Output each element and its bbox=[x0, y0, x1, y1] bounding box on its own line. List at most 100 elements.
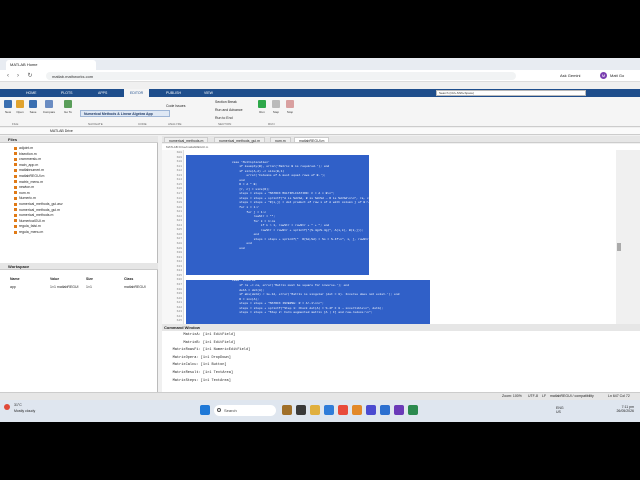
avatar[interactable]: M bbox=[600, 72, 607, 79]
browser-tabstrip bbox=[0, 58, 640, 70]
clock[interactable]: 7:11 pm 26/05/2026 bbox=[590, 405, 634, 413]
chrome-icon[interactable] bbox=[338, 405, 348, 415]
code-line: end bbox=[232, 233, 260, 237]
matlab-icon[interactable] bbox=[352, 405, 362, 415]
editor-tab[interactable]: numerical_methods_gui.m bbox=[214, 137, 266, 143]
run-and-advance-button[interactable]: Run and Advance bbox=[215, 108, 243, 112]
step-button[interactable]: Step bbox=[270, 100, 282, 114]
taskview-icon[interactable] bbox=[296, 405, 306, 415]
line-number: 621 bbox=[176, 210, 182, 214]
line-number: 642 bbox=[176, 305, 182, 309]
current-folder-bar[interactable]: MATLAB Drive bbox=[0, 128, 640, 135]
tab-plots[interactable]: PLOTS bbox=[55, 89, 78, 97]
search-documentation-input[interactable]: Search (Ctrl+Shift+Space) bbox=[436, 90, 586, 96]
line-number: 617 bbox=[176, 191, 182, 195]
file-list-item[interactable]: numerical_methods_gui.m bbox=[14, 208, 60, 213]
file-list-item[interactable]: bisection.m bbox=[14, 152, 37, 157]
forward-icon[interactable]: › bbox=[14, 72, 22, 80]
ws-var-name[interactable]: app bbox=[10, 285, 16, 289]
command-output-line: MatrixSteps: [1×1 TextArea] bbox=[164, 378, 231, 383]
code-line: for j = 1:c bbox=[232, 210, 267, 214]
file-name: numerical_methods_gui.m bbox=[19, 207, 61, 212]
file-list-item[interactable]: matlabREGUI.m bbox=[14, 174, 44, 179]
line-number: 619 bbox=[176, 201, 182, 205]
store-icon[interactable] bbox=[366, 405, 376, 415]
tab-publish[interactable]: PUBLISH bbox=[160, 89, 187, 97]
editor-scrollbar-thumb[interactable] bbox=[617, 243, 621, 251]
compare-button[interactable]: Compare bbox=[41, 100, 57, 114]
app-icon[interactable] bbox=[394, 405, 404, 415]
file-explorer-icon[interactable] bbox=[310, 405, 320, 415]
ws-header-value[interactable]: Value bbox=[50, 277, 59, 281]
m-file-icon bbox=[14, 191, 17, 195]
app-icon[interactable] bbox=[408, 405, 418, 415]
profile-label[interactable]: Matt Go bbox=[610, 73, 624, 78]
command-output-line: MatrixB: [1×1 EditField] bbox=[164, 340, 236, 345]
run-button[interactable]: Run bbox=[256, 100, 268, 114]
line-number: 611 bbox=[176, 164, 182, 168]
m-file-icon bbox=[14, 146, 17, 150]
language-indicator[interactable]: ENG US bbox=[556, 406, 564, 414]
line-number: 620 bbox=[176, 205, 182, 209]
weather-temp[interactable]: 31°C bbox=[14, 403, 22, 407]
taskbar-search[interactable]: Search bbox=[214, 405, 276, 416]
section-break-button[interactable]: Section Break bbox=[215, 100, 237, 104]
editor-scrollbar[interactable] bbox=[616, 150, 622, 324]
code-line: end bbox=[232, 178, 245, 182]
selection-highlight bbox=[186, 155, 369, 275]
file-list-item[interactable]: matlabnumeri.m bbox=[14, 168, 44, 173]
file-list-item[interactable]: num.m bbox=[14, 191, 30, 196]
code-line: for k = 1:ca bbox=[232, 219, 276, 223]
command-window-title: Command Window bbox=[162, 324, 640, 331]
file-list-item[interactable]: regula_falsi.m bbox=[14, 224, 41, 229]
reload-icon[interactable]: ↻ bbox=[26, 72, 34, 80]
code-line: steps = steps + "MATRIX MULTIPLICATION: … bbox=[232, 192, 335, 196]
m-file-icon bbox=[14, 219, 17, 223]
tab-view[interactable]: VIEW bbox=[198, 89, 219, 97]
search-icon bbox=[217, 408, 221, 412]
tab-apps[interactable]: APPS bbox=[92, 89, 113, 97]
goto-button[interactable]: Go To bbox=[62, 100, 74, 114]
editor-tab-active[interactable]: matlabREGUI.m bbox=[294, 137, 330, 143]
file-list-item[interactable]: numerical_methods.m bbox=[14, 213, 53, 218]
back-icon[interactable]: ‹ bbox=[4, 72, 12, 80]
file-list-item[interactable]: NumericalGUI.m bbox=[14, 219, 45, 224]
file-list-item[interactable]: crammerslu.m bbox=[14, 157, 41, 162]
file-list-item[interactable]: Numeric.m bbox=[14, 196, 36, 201]
file-list-item[interactable]: numerical_methods_gui.asv bbox=[14, 202, 63, 207]
stop-button[interactable]: Stop bbox=[284, 100, 296, 114]
tab-editor[interactable]: EDITOR bbox=[124, 89, 150, 97]
app-icon[interactable] bbox=[282, 405, 292, 415]
line-number: 626 bbox=[176, 232, 182, 236]
file-list-item[interactable]: matrix_menu.m bbox=[14, 180, 43, 185]
edge-icon[interactable] bbox=[324, 405, 334, 415]
file-list-item[interactable]: adjoint.m bbox=[14, 146, 33, 151]
run-to-end-button[interactable]: Run to End bbox=[215, 116, 233, 120]
open-button[interactable]: Open bbox=[14, 100, 26, 114]
ask-gemini-button[interactable]: Ask Gemini bbox=[560, 73, 580, 78]
browser-tab-matlab[interactable]: MATLAB Home bbox=[6, 60, 96, 70]
file-list-item[interactable]: regula_menu.m bbox=[14, 230, 43, 235]
group-label-section: SECTION bbox=[218, 122, 232, 126]
command-output-line: MatrixOpera: [1×1 DropDown] bbox=[164, 355, 231, 360]
file-name: matlabnumeri.m bbox=[19, 168, 45, 173]
code-line: end bbox=[232, 242, 252, 246]
save-button[interactable]: Save bbox=[27, 100, 39, 114]
start-icon[interactable] bbox=[200, 405, 210, 415]
line-number: 639 bbox=[176, 292, 182, 296]
ws-header-size[interactable]: Size bbox=[86, 277, 93, 281]
code-issues-button[interactable]: Code Issues bbox=[166, 104, 185, 108]
app-title-field[interactable]: Numerical Methods & Linear Algebra App bbox=[80, 110, 170, 117]
file-list-item[interactable]: newton.m bbox=[14, 185, 34, 190]
m-file-icon bbox=[14, 152, 17, 156]
file-list-item[interactable]: main_app.m bbox=[14, 163, 38, 168]
ws-header-name[interactable]: Name bbox=[10, 277, 20, 281]
ws-header-class[interactable]: Class bbox=[124, 277, 133, 281]
editor-tab[interactable]: num.m bbox=[270, 137, 291, 143]
new-button[interactable]: New bbox=[2, 100, 14, 114]
url-field[interactable]: matlab.mathworks.com bbox=[46, 72, 516, 80]
weather-desc[interactable]: Mostly cloudy bbox=[14, 409, 35, 413]
vscode-icon[interactable] bbox=[380, 405, 390, 415]
editor-tab[interactable]: numerical_methods.m bbox=[164, 137, 209, 143]
tab-home[interactable]: HOME bbox=[20, 89, 43, 97]
